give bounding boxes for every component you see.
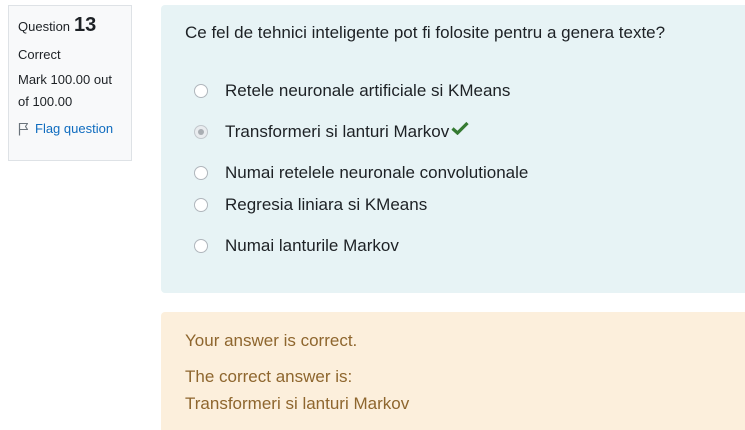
radio-button-selected[interactable] (194, 125, 208, 139)
answer-option-1[interactable]: Retele neuronale artificiale si KMeans (194, 81, 510, 101)
answer-option-label: Retele neuronale artificiale si KMeans (225, 81, 511, 100)
question-grade: Mark 100.00 out of 100.00 (18, 69, 122, 113)
question-info-panel: Question 13 Correct Mark 100.00 out of 1… (8, 5, 132, 161)
answer-option-label: Regresia liniara si KMeans (225, 195, 428, 214)
answer-option-2[interactable]: Transformeri si lanturi Markov (194, 121, 469, 142)
grade-line-1: Mark 100.00 out (18, 72, 112, 87)
question-state: Correct (18, 47, 61, 62)
right-answer: Transformeri si lanturi Markov (185, 394, 410, 413)
answer-option-3[interactable]: Numai retelele neuronale convolutionale (194, 163, 528, 183)
question-number-row: Question 13 (18, 14, 122, 40)
flag-question-link[interactable]: Flag question (18, 121, 122, 136)
radio-button[interactable] (194, 239, 208, 253)
question-text: Ce fel de tehnici inteligente pot fi fol… (185, 23, 666, 42)
check-icon (451, 121, 469, 135)
radio-button[interactable] (194, 166, 208, 180)
radio-button[interactable] (194, 84, 208, 98)
question-formulation: Ce fel de tehnici inteligente pot fi fol… (161, 5, 745, 293)
answer-option-5[interactable]: Numai lanturile Markov (194, 236, 399, 256)
answer-option-label: Numai lanturile Markov (225, 236, 399, 255)
grade-line-2: of 100.00 (18, 94, 73, 109)
feedback-panel: Your answer is correct. The correct answ… (161, 312, 745, 430)
feedback-result: Your answer is correct. (185, 331, 358, 350)
flag-question-label[interactable]: Flag question (35, 121, 113, 136)
right-answer-label: The correct answer is: (185, 367, 353, 386)
answer-option-4[interactable]: Regresia liniara si KMeans (194, 195, 427, 215)
question-number: 13 (74, 14, 97, 36)
radio-button[interactable] (194, 198, 208, 212)
question-label: Question (18, 19, 71, 34)
flag-icon (18, 122, 29, 135)
answer-option-label: Numai retelele neuronale convolutionale (225, 163, 529, 182)
answer-option-label: Transformeri si lanturi Markov (225, 122, 450, 141)
